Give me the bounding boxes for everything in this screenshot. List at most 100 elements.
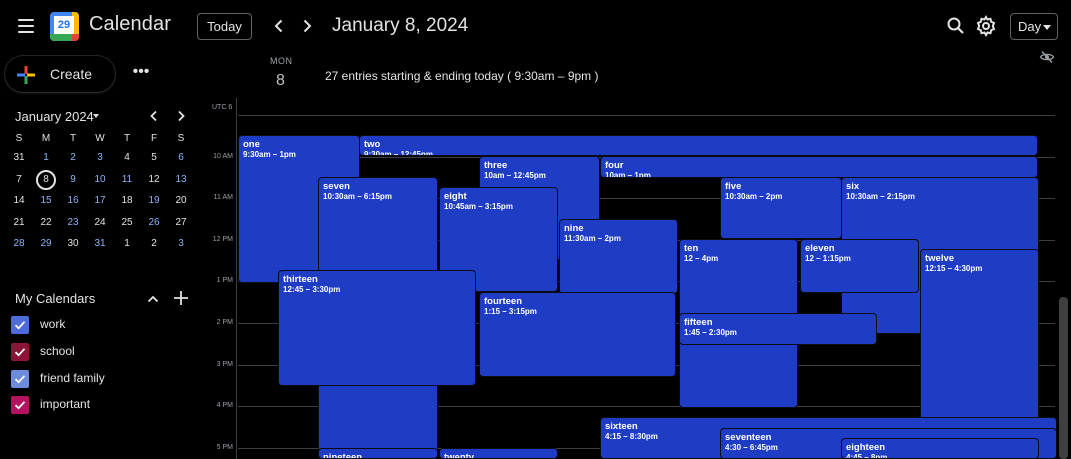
mini-calendar-weekday: S (177, 133, 185, 144)
event-title: seven (323, 181, 350, 192)
mini-calendar-day[interactable]: 17 (88, 191, 112, 211)
checkbox-checked-icon[interactable] (11, 370, 29, 388)
event-four[interactable]: four 10am – 1pm (600, 156, 1038, 178)
event-time: 10:30am – 6:15pm (323, 192, 392, 201)
hour-label: 10 AM (213, 152, 233, 160)
hour-label: 11 AM (213, 194, 233, 202)
calendar-item-important[interactable]: important (11, 394, 151, 416)
mini-calendar-day[interactable]: 7 (7, 170, 31, 190)
mini-calendar-day[interactable]: 27 (169, 213, 193, 233)
calendar-logo-icon[interactable]: 29 (50, 12, 79, 41)
mini-calendar-day[interactable]: 3 (88, 148, 112, 168)
event-title: four (605, 160, 624, 171)
mini-calendar-day[interactable]: 25 (115, 213, 139, 233)
calendar-item-work[interactable]: work (11, 314, 151, 336)
mini-calendar-day[interactable]: 18 (115, 191, 139, 211)
mini-calendar-day[interactable]: 13 (169, 170, 193, 190)
mini-calendar-title[interactable]: January 2024 (15, 109, 94, 124)
mini-calendar-day[interactable]: 16 (61, 191, 85, 211)
timezone-label: UTC 6 (212, 104, 233, 111)
mini-calendar-day[interactable]: 30 (61, 234, 85, 254)
event-two[interactable]: two 9:30am – 12:45pm (359, 135, 1038, 156)
checkbox-checked-icon[interactable] (11, 316, 29, 334)
mini-calendar-day[interactable]: 3 (169, 234, 193, 254)
mini-calendar-day[interactable]: 2 (61, 148, 85, 168)
mini-calendar-weekday: S (15, 133, 23, 144)
event-twelve[interactable]: twelve 12:15 – 4:30pm (920, 249, 1039, 429)
mini-calendar-day[interactable]: 9 (61, 170, 85, 190)
mini-calendar-previous-month[interactable] (145, 107, 163, 125)
mini-calendar-day[interactable]: 4 (115, 148, 139, 168)
event-title: fifteen (684, 317, 713, 328)
app-title[interactable]: Calendar (89, 13, 171, 36)
mini-calendar-day[interactable]: 20 (169, 191, 193, 211)
event-time: 11:30am – 2pm (564, 234, 621, 243)
event-nine[interactable]: nine 11:30am – 2pm (559, 219, 678, 294)
mini-calendar-day[interactable]: 2 (142, 234, 166, 254)
mini-calendar-day[interactable]: 6 (169, 148, 193, 168)
mini-calendar-today[interactable]: 8 (36, 169, 56, 190)
add-calendar-button[interactable] (172, 289, 190, 307)
event-title: nineteen (323, 452, 363, 459)
event-thirteen[interactable]: thirteen 12:45 – 3:30pm (278, 270, 476, 386)
mini-calendar-day[interactable]: 15 (34, 191, 58, 211)
event-title: one (243, 139, 260, 150)
calendar-item-label: important (40, 397, 91, 411)
mini-calendar-day[interactable]: 11 (115, 170, 139, 190)
event-time: 12 – 1:15pm (805, 254, 851, 263)
calendar-item-label: school (40, 344, 75, 358)
calendar-item-school[interactable]: school (11, 341, 151, 363)
checkbox-checked-icon[interactable] (11, 343, 29, 361)
event-time: 1:45 – 2:30pm (684, 328, 737, 337)
mini-calendar-day[interactable]: 23 (61, 213, 85, 233)
event-fourteen[interactable]: fourteen 1:15 – 3:15pm (479, 292, 676, 377)
day-time-grid[interactable]: one 9:30am – 1pm two 9:30am – 12:45pm three 1… (236, 0, 1057, 459)
hour-label: 4 PM (216, 402, 233, 410)
mini-calendar-day[interactable]: 26 (142, 213, 166, 233)
plus-icon (174, 291, 188, 305)
event-time: 10:45am – 3:15pm (444, 202, 513, 211)
event-time: 4:45 – 8pm (846, 453, 888, 459)
mini-calendar-day[interactable]: 10 (88, 170, 112, 190)
mini-calendar-day[interactable]: 1 (115, 234, 139, 254)
event-twenty[interactable]: twenty (439, 448, 558, 459)
mini-calendar-day[interactable]: 29 (34, 234, 58, 254)
event-eleven[interactable]: eleven 12 – 1:15pm (800, 239, 919, 293)
mini-calendar-day[interactable]: 21 (7, 213, 31, 233)
event-time: 12:15 – 4:30pm (925, 264, 983, 273)
mini-calendar-day[interactable]: 19 (142, 191, 166, 211)
mini-calendar-day[interactable]: 31 (7, 148, 31, 168)
mini-calendar-day[interactable]: 1 (34, 148, 58, 168)
mini-calendar-day[interactable]: 14 (7, 191, 31, 211)
event-title: eight (444, 191, 467, 202)
caret-down-icon (93, 114, 99, 118)
calendar-item-label: friend family (40, 371, 105, 385)
collapse-my-calendars-button[interactable] (145, 291, 161, 307)
event-title: two (364, 139, 381, 150)
mini-calendar-day[interactable]: 28 (7, 234, 31, 254)
mini-calendar-day[interactable]: 31 (88, 234, 112, 254)
event-time: 1:15 – 3:15pm (484, 307, 537, 316)
calendar-item-friend-family[interactable]: friend family (11, 368, 151, 390)
mini-calendar-day[interactable]: 12 (142, 170, 166, 190)
my-calendars-title[interactable]: My Calendars (15, 291, 95, 306)
hour-label: 2 PM (216, 319, 233, 326)
calendar-item-label: work (40, 317, 66, 331)
mini-calendar-day[interactable]: 24 (88, 213, 112, 233)
create-button[interactable]: Create (5, 56, 115, 92)
mini-calendar-weekday: T (123, 133, 131, 144)
create-label: Create (50, 66, 93, 82)
event-five[interactable]: five 10:30am – 2pm (720, 177, 842, 239)
main-menu-icon[interactable] (12, 12, 40, 40)
scrollbar-thumb[interactable] (1059, 297, 1068, 459)
more-options-button[interactable]: ••• (128, 62, 154, 86)
mini-calendar-day[interactable]: 22 (34, 213, 58, 233)
event-eighteen[interactable]: eighteen 4:45 – 8pm (841, 438, 1039, 459)
mini-calendar-next-month[interactable] (172, 107, 190, 125)
event-nineteen[interactable]: nineteen (318, 448, 438, 459)
mini-calendar-day[interactable]: 5 (142, 148, 166, 168)
plus-icon (17, 66, 35, 84)
mini-calendar-weekday: T (69, 133, 77, 144)
event-fifteen[interactable]: fifteen 1:45 – 2:30pm (679, 313, 877, 345)
checkbox-checked-icon[interactable] (11, 396, 29, 414)
